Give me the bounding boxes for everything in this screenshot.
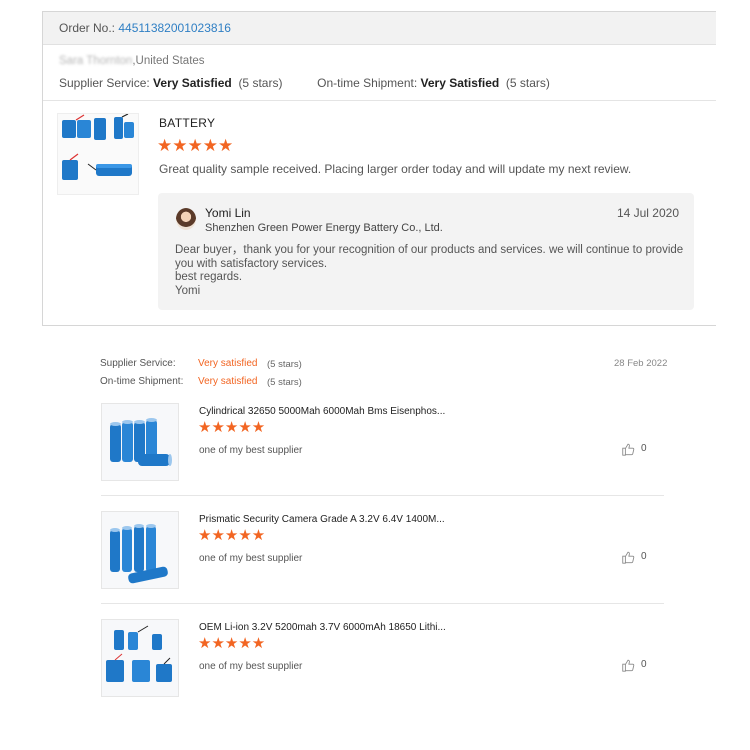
buyer-info: Sara Thornton,United States xyxy=(59,55,205,67)
review-comment: one of my best supplier xyxy=(199,445,303,456)
product-title-link[interactable]: Prismatic Security Camera Grade A 3.2V 6… xyxy=(199,514,445,525)
battery-pack-image xyxy=(106,625,172,682)
shipment-count-2: (5 stars) xyxy=(267,377,302,388)
reply-line: Yomi xyxy=(175,284,201,297)
thumbs-up-icon[interactable] xyxy=(621,442,635,456)
supplier-reply: Yomi Lin Shenzhen Green Power Energy Bat… xyxy=(158,193,694,310)
supplier-service-value: Very Satisfied xyxy=(153,76,232,90)
review-text: Great quality sample received. Placing l… xyxy=(159,162,632,176)
divider xyxy=(101,603,664,604)
reply-line: best regards. xyxy=(175,271,243,283)
avatar xyxy=(176,208,196,230)
buyer-name: Sara Thornton xyxy=(59,55,133,67)
supplier-service-label: Supplier Service: xyxy=(59,76,154,90)
divider xyxy=(43,100,716,101)
review-date: 28 Feb 2022 xyxy=(614,358,668,369)
reply-date: 14 Jul 2020 xyxy=(616,206,679,220)
like-count: 0 xyxy=(641,659,647,670)
product-thumbnail[interactable] xyxy=(101,511,179,589)
cylindrical-battery-image xyxy=(110,524,168,584)
thumbs-up-icon[interactable] xyxy=(621,550,635,564)
review-comment: one of my best supplier xyxy=(199,553,303,564)
rating-stars: ★★★★★ xyxy=(198,419,266,436)
battery-pack-image xyxy=(62,113,134,180)
supplier-service-count: (5 stars) xyxy=(238,76,283,90)
order-number-link[interactable]: 44511382001023816 xyxy=(118,21,231,35)
shipment-label: On-time Shipment: xyxy=(317,76,421,90)
cylindrical-battery-image xyxy=(110,418,172,466)
supplier-service-value-2: Very satisfied xyxy=(198,358,258,369)
product-thumbnail[interactable] xyxy=(101,619,179,697)
thumbs-up-icon[interactable] xyxy=(621,658,635,672)
list-item: OEM Li-ion 3.2V 5200mah 3.7V 6000mAh 186… xyxy=(101,619,665,697)
supplier-service-count-2: (5 stars) xyxy=(267,359,302,370)
product-thumbnail[interactable] xyxy=(101,403,179,481)
product-title-link[interactable]: OEM Li-ion 3.2V 5200mah 3.7V 6000mAh 186… xyxy=(199,622,446,633)
divider xyxy=(101,495,664,496)
shipment-value: Very Satisfied xyxy=(420,76,500,90)
supplier-service-label-2: Supplier Service: xyxy=(100,358,176,369)
review-card: Order No.: 44511382001023816 Sara Thornt… xyxy=(42,11,716,326)
product-thumbnail[interactable] xyxy=(57,113,139,195)
reply-line: Dear buyer，thank you for your recognitio… xyxy=(175,244,684,256)
like-count: 0 xyxy=(641,551,647,562)
product-title[interactable]: BATTERY xyxy=(159,116,215,130)
rating-stars: ★★★★★ xyxy=(198,527,266,544)
reply-company: Shenzhen Green Power Energy Battery Co.,… xyxy=(205,222,443,234)
order-label: Order No.: xyxy=(59,21,119,35)
list-item: Cylindrical 32650 5000Mah 6000Mah Bms Ei… xyxy=(101,403,665,481)
shipment-count: (5 stars) xyxy=(505,76,550,90)
order-bar: Order No.: 44511382001023816 xyxy=(43,12,716,45)
product-title-link[interactable]: Cylindrical 32650 5000Mah 6000Mah Bms Ei… xyxy=(199,406,445,417)
rating-stars: ★★★★★ xyxy=(157,136,234,155)
reply-line: you with satisfactory services. xyxy=(175,257,328,270)
rating-stars: ★★★★★ xyxy=(198,635,266,652)
list-item: Prismatic Security Camera Grade A 3.2V 6… xyxy=(101,511,665,589)
ratings-line: Supplier Service: Very Satisfied (5 star… xyxy=(59,76,550,90)
shipment-label-2: On-time Shipment: xyxy=(100,376,184,387)
like-count: 0 xyxy=(641,443,647,454)
buyer-country: ,United States xyxy=(132,55,205,67)
reply-message: Dear buyer，thank you for your recognitio… xyxy=(175,244,685,298)
shipment-value-2: Very satisfied xyxy=(198,376,258,387)
reply-author-name: Yomi Lin xyxy=(205,206,251,220)
review-comment: one of my best supplier xyxy=(199,661,303,672)
